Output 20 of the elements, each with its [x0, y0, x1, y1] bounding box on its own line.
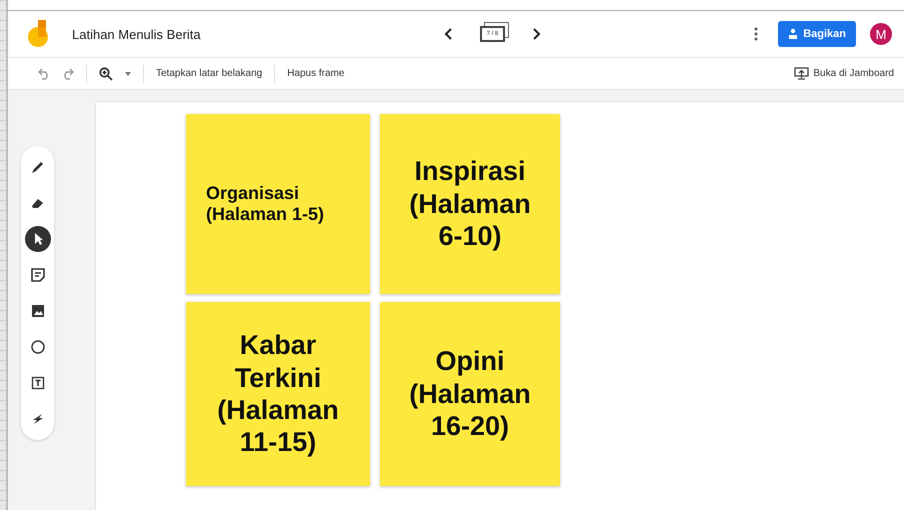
dropdown-icon[interactable]	[125, 72, 131, 76]
avatar[interactable]: M	[870, 23, 892, 45]
next-frame-icon[interactable]	[531, 28, 542, 40]
open-in-app-button[interactable]: Buka di Jamboard	[794, 67, 894, 80]
upload-screen-icon	[794, 67, 810, 80]
sticky-note[interactable]: Inspirasi (Halaman 6-10)	[380, 114, 560, 294]
previous-frame-icon[interactable]	[444, 28, 454, 40]
share-button[interactable]: Bagikan	[778, 21, 856, 47]
toolbar-button[interactable]: Tetapkan latar belakang	[156, 68, 262, 79]
more-icon[interactable]	[754, 27, 758, 41]
select-tool-icon[interactable]	[24, 226, 50, 252]
sticky-note[interactable]: Opini (Halaman 16-20)	[380, 302, 560, 486]
undo-icon[interactable]	[38, 68, 50, 80]
document-title: Latihan Menulis Berita	[72, 26, 201, 42]
sticky-note[interactable]: Kabar Terkini (Halaman 11-15)	[186, 302, 370, 486]
sticky-note[interactable]: Organisasi (Halaman 1-5)	[186, 114, 370, 294]
redo-icon[interactable]	[62, 68, 74, 80]
zoom-icon[interactable]	[99, 66, 113, 80]
toolbar-button[interactable]: Hapus frame	[287, 68, 344, 79]
person-icon	[788, 28, 798, 40]
